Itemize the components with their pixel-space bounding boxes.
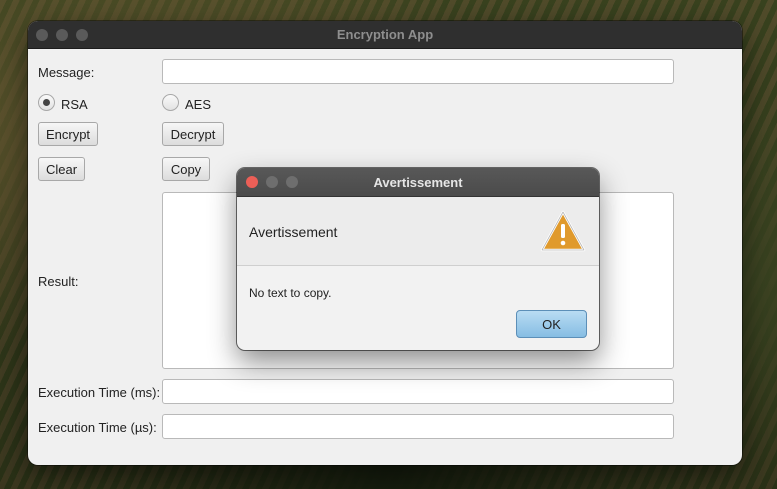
- dialog-header-text: Avertissement: [249, 224, 338, 240]
- dialog-title: Avertissement: [373, 175, 463, 190]
- dialog-titlebar[interactable]: Avertissement: [237, 168, 599, 197]
- warning-dialog: Avertissement Avertissement No text to c…: [237, 168, 599, 350]
- dialog-header: Avertissement: [237, 197, 599, 266]
- clear-button[interactable]: Clear: [38, 157, 85, 181]
- message-input[interactable]: [162, 59, 674, 84]
- exec-ms-field[interactable]: [162, 379, 674, 404]
- rsa-radio[interactable]: [38, 94, 55, 111]
- decrypt-button[interactable]: Decrypt: [162, 122, 224, 146]
- copy-button[interactable]: Copy: [162, 157, 210, 181]
- exec-us-field[interactable]: [162, 414, 674, 439]
- exec-ms-label: Execution Time (ms):: [38, 385, 161, 400]
- rsa-radio-label[interactable]: RSA: [61, 97, 88, 112]
- encrypt-button[interactable]: Encrypt: [38, 122, 98, 146]
- window-title: Encryption App: [336, 27, 434, 42]
- ok-button[interactable]: OK: [516, 310, 587, 338]
- message-label: Message:: [38, 65, 95, 80]
- result-label: Result:: [38, 274, 79, 289]
- exec-us-label: Execution Time (µs):: [38, 420, 157, 435]
- dialog-message: No text to copy.: [249, 286, 332, 300]
- warning-icon: [540, 209, 586, 253]
- aes-radio-label[interactable]: AES: [185, 97, 211, 112]
- window-titlebar[interactable]: Encryption App: [28, 21, 742, 49]
- aes-radio[interactable]: [162, 94, 179, 111]
